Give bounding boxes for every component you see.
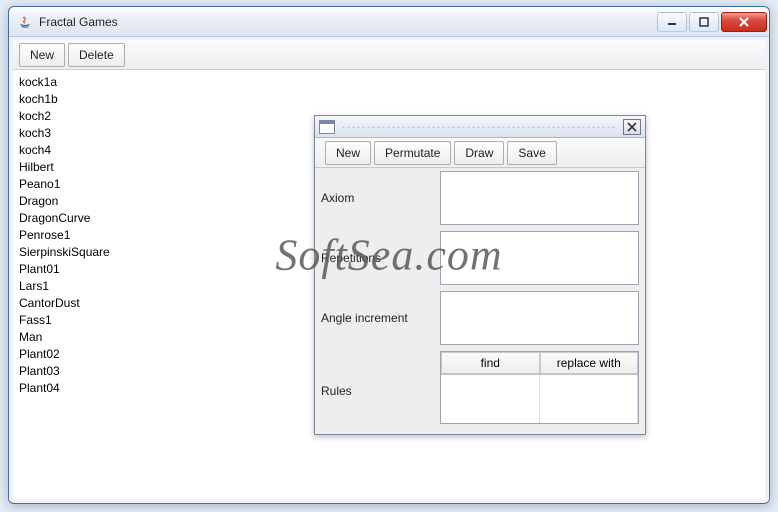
main-window: Fractal Games New Delete kock1akoch1bkoc… (8, 6, 770, 504)
angle-increment-label: Angle increment (315, 288, 440, 348)
repetitions-input[interactable] (440, 231, 639, 285)
new-button[interactable]: New (19, 43, 65, 67)
internal-titlebar[interactable] (315, 116, 645, 138)
java-icon (17, 14, 33, 30)
main-toolbar: New Delete (13, 40, 765, 70)
draw-button[interactable]: Draw (454, 141, 504, 165)
internal-toolbar: New Permutate Draw Save (315, 138, 645, 168)
internal-new-button[interactable]: New (325, 141, 371, 165)
list-item[interactable]: kock1a (17, 74, 761, 91)
axiom-input[interactable] (440, 171, 639, 225)
window-title: Fractal Games (39, 15, 655, 29)
internal-system-icon[interactable] (319, 120, 335, 134)
rules-cell-replace[interactable] (540, 375, 639, 423)
list-item[interactable]: koch1b (17, 91, 761, 108)
angle-increment-input[interactable] (440, 291, 639, 345)
internal-close-button[interactable] (623, 119, 641, 135)
delete-button[interactable]: Delete (68, 43, 125, 67)
permutate-button[interactable]: Permutate (374, 141, 451, 165)
rules-header-replace[interactable]: replace with (540, 352, 639, 374)
save-button[interactable]: Save (507, 141, 556, 165)
internal-frame[interactable]: New Permutate Draw Save Axiom Repetition… (314, 115, 646, 435)
axiom-label: Axiom (315, 168, 440, 228)
rules-header-find[interactable]: find (441, 352, 540, 374)
rules-label: Rules (315, 348, 440, 434)
rules-cell-find[interactable] (441, 375, 540, 423)
window-controls (655, 12, 767, 32)
repetitions-label: Repetitions (315, 228, 440, 288)
close-button[interactable] (721, 12, 767, 32)
internal-title-grip (341, 124, 617, 130)
titlebar[interactable]: Fractal Games (9, 7, 769, 37)
minimize-button[interactable] (657, 12, 687, 32)
maximize-button[interactable] (689, 12, 719, 32)
internal-body: Axiom Repetitions Angle increment Rules … (315, 168, 645, 434)
rules-table[interactable]: find replace with (440, 351, 639, 424)
